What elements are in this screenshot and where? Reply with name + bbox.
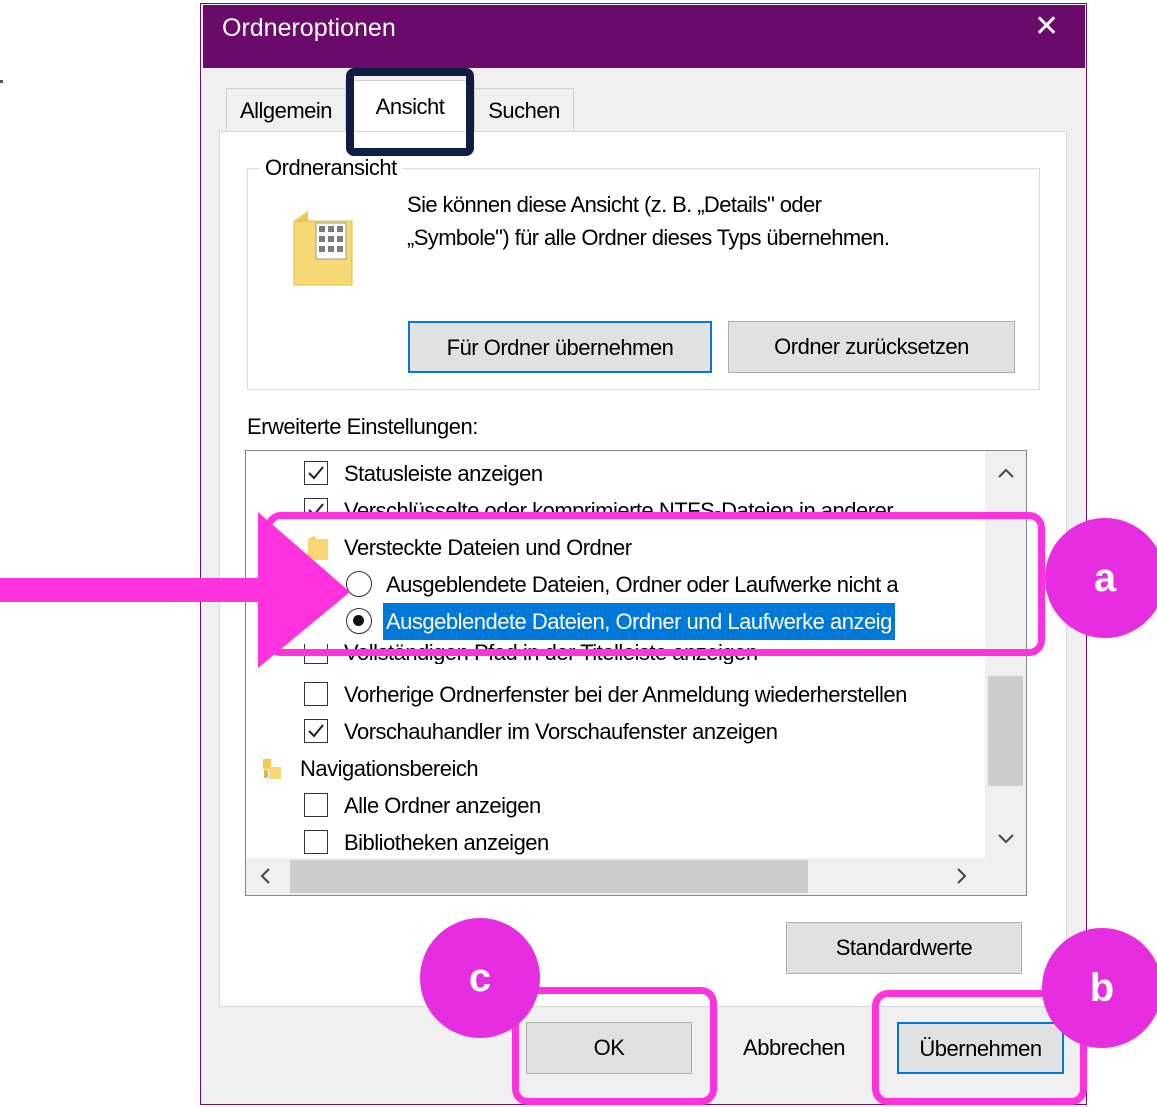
list-item[interactable]: Alle Ordner anzeigen [246, 787, 986, 824]
tab-allgemein[interactable]: Allgemein [226, 88, 346, 131]
hidden-files-highlight [265, 512, 1045, 656]
list-item: Navigationsbereich [246, 750, 986, 787]
close-icon[interactable]: ✕ [1034, 12, 1059, 42]
horizontal-scroll-thumb[interactable] [290, 860, 808, 893]
vertical-scroll-thumb[interactable] [988, 676, 1023, 786]
item-label: Vorherige Ordnerfenster bei der Anmeldun… [344, 682, 907, 707]
ok-highlight [512, 987, 717, 1105]
list-item[interactable]: Bibliotheken anzeigen [246, 824, 986, 861]
group-title: Ordneransicht [259, 155, 403, 181]
description-line-1: Sie können diese Ansicht (z. B. „Details… [407, 192, 822, 217]
scroll-down-icon[interactable] [995, 828, 1017, 850]
scroll-right-icon[interactable] [955, 866, 969, 891]
scroll-left-icon[interactable] [258, 866, 272, 891]
description-line-2: „Symbole") für alle Ordner dieses Typs ü… [407, 225, 890, 250]
item-label: Vorschauhandler im Vorschaufenster anzei… [344, 719, 778, 744]
annotation-c: c [420, 918, 540, 1038]
annotation-a: a [1045, 518, 1157, 638]
restore-defaults-button[interactable]: Standardwerte [786, 922, 1022, 974]
item-label: Navigationsbereich [300, 756, 479, 781]
annotation-b: b [1042, 928, 1157, 1048]
checkbox[interactable] [304, 682, 328, 706]
reset-folders-button[interactable]: Ordner zurücksetzen [728, 321, 1015, 373]
item-label: Statusleiste anzeigen [344, 461, 543, 486]
cancel-button[interactable]: Abbrechen [708, 1022, 880, 1074]
list-item[interactable]: Statusleiste anzeigen [246, 455, 986, 492]
folder-grid-icon [290, 207, 360, 292]
scroll-up-icon[interactable] [995, 462, 1017, 484]
checkbox[interactable] [304, 830, 328, 854]
apply-to-folders-button[interactable]: Für Ordner übernehmen [408, 321, 712, 373]
item-label: Verschlüsselte oder komprimierte NTFS-Da… [344, 498, 894, 514]
folder-view-description: Sie können diese Ansicht (z. B. „Details… [407, 188, 890, 254]
scrollbar-corner [985, 858, 1026, 895]
tab-highlight-marker [346, 68, 474, 156]
list-item[interactable]: Vorschauhandler im Vorschaufenster anzei… [246, 713, 986, 750]
checkbox[interactable] [304, 461, 328, 485]
stray-mark [0, 80, 3, 83]
tab-suchen[interactable]: Suchen [474, 88, 574, 131]
navigation-pane-icon [260, 756, 286, 787]
checkbox[interactable] [304, 719, 328, 743]
window-title: Ordneroptionen [222, 14, 396, 42]
advanced-settings-label: Erweiterte Einstellungen: [247, 414, 478, 439]
item-label: Bibliotheken anzeigen [344, 830, 549, 855]
checkbox[interactable] [304, 793, 328, 817]
item-label: Alle Ordner anzeigen [344, 793, 541, 818]
